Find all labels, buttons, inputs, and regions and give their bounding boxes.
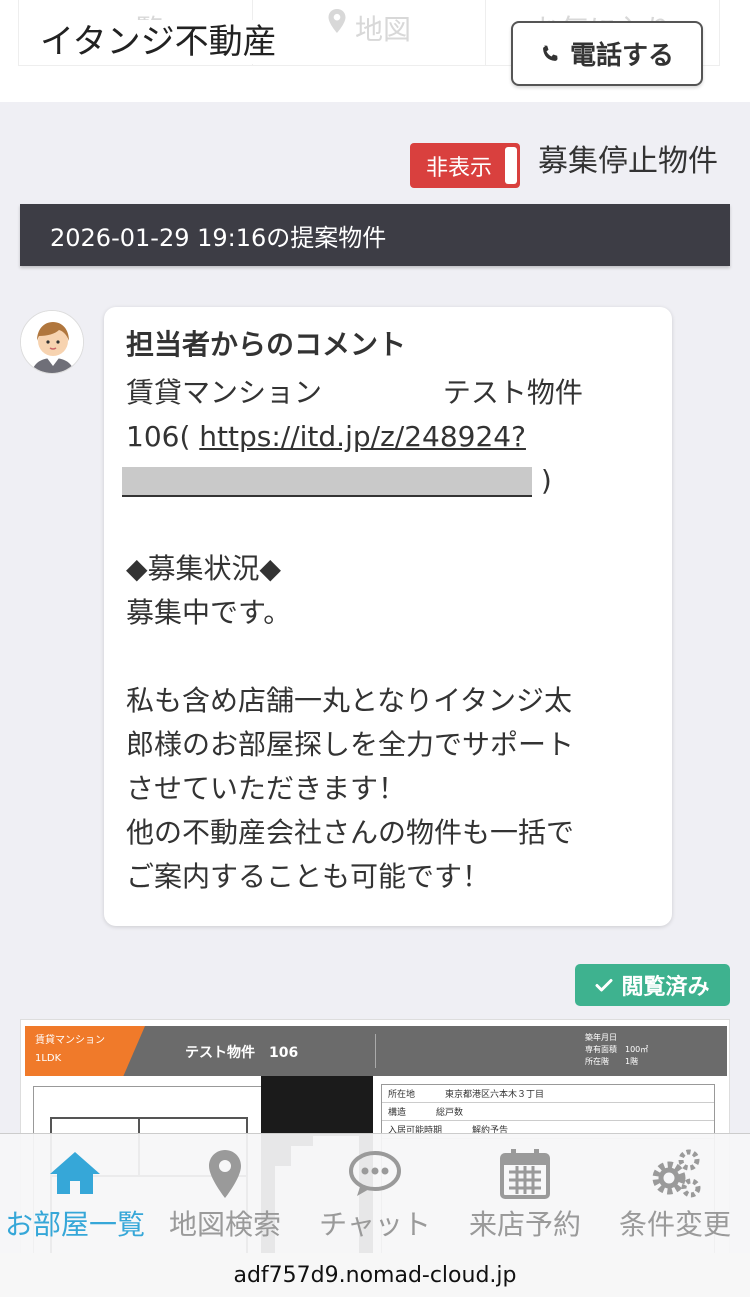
property-name: テスト物件 106	[185, 1045, 299, 1061]
comment-line-1-suffix: テスト物件	[442, 376, 583, 409]
app-header: 一覧 地図 お気に入り イタンジ不動産 電話する	[0, 0, 750, 102]
viewed-badge-label: 閲覧済み	[621, 975, 710, 1000]
table-value: 総戸数	[436, 1108, 464, 1118]
agent-avatar	[20, 310, 84, 374]
comment-line-1-prefix: 賃貸マンション	[126, 376, 331, 409]
browser-url-bar[interactable]: adf757d9.nomad-cloud.jp	[0, 1253, 750, 1297]
comment-line-1: 賃貸マンション テスト物件	[126, 371, 650, 415]
property-meta-line: 所在階 1階	[585, 1057, 639, 1066]
tab-room-list[interactable]: お部屋一覧	[0, 1134, 150, 1253]
tab-visit-reservation[interactable]: 来店予約	[450, 1134, 600, 1253]
comment-line-3-suffix: )	[532, 464, 552, 497]
chat-icon	[349, 1151, 401, 1196]
tab-visit-reservation-label: 来店予約	[468, 1208, 581, 1241]
message-line: 他の不動産会社さんの物件も一括で	[126, 816, 575, 849]
call-button-label: 電話する	[569, 41, 674, 71]
status-text: 募集中です。	[126, 596, 292, 629]
agent-avatar-illustration	[21, 311, 83, 373]
property-layout: 1LDK	[35, 1053, 62, 1064]
ghost-tab-map-label: 地図	[355, 13, 412, 46]
proposal-section-header: 2026-01-29 19:16の提案物件	[20, 204, 730, 266]
property-table-row: 構造 総戸数	[382, 1103, 714, 1121]
property-meta-line: 専有面積 100㎡	[585, 1045, 649, 1054]
status-heading: ◆募集状況◆	[126, 552, 282, 585]
message-line: ご案内することも可能です！	[126, 860, 491, 893]
redacted-text	[330, 379, 443, 409]
table-value: 東京都港区六本木３丁目	[445, 1090, 545, 1100]
message-line: 私も含め店舗一丸となりイタンジ太	[126, 684, 573, 717]
comment-line-3: )	[122, 459, 650, 503]
map-pin-icon	[209, 1150, 241, 1198]
agent-comment-card: 担当者からのコメント 賃貸マンション テスト物件 106( https://it…	[104, 307, 672, 926]
toggle-knob	[505, 147, 517, 184]
tab-change-conditions-label: 条件変更	[618, 1208, 731, 1241]
comment-body: 賃貸マンション テスト物件 106( https://itd.jp/z/2489…	[122, 371, 650, 899]
comment-line-2-prefix: 106(	[126, 420, 200, 453]
message-line: させていただきます！	[126, 772, 407, 805]
company-name: イタンジ不動産	[40, 20, 283, 64]
property-link[interactable]: https://itd.jp/z/248924?	[199, 420, 526, 453]
gears-icon	[652, 1149, 701, 1198]
tab-map-search-label: 地図検索	[168, 1208, 281, 1241]
proposal-section-title: 2026-01-29 19:16の提案物件	[50, 223, 387, 252]
tab-map-search[interactable]: 地図検索	[150, 1134, 300, 1253]
tab-change-conditions[interactable]: 条件変更	[600, 1134, 750, 1253]
viewed-badge: 閲覧済み	[575, 964, 730, 1006]
flyer-type-label: 賃貸マンション 1LDK	[25, 1026, 145, 1076]
table-key: 所在地	[388, 1090, 416, 1100]
flyer-divider	[375, 1034, 376, 1068]
calendar-icon	[500, 1149, 550, 1199]
map-pin-icon	[328, 9, 346, 33]
property-meta-line: 築年月日	[585, 1033, 617, 1042]
message-line: 郎様のお部屋探しを全力でサポート	[126, 728, 575, 761]
bottom-tab-bar: お部屋一覧 地図検索 チャット 来店予約 条件変更	[0, 1133, 750, 1253]
tab-chat-label: チャット	[319, 1208, 431, 1241]
tab-room-list-label: お部屋一覧	[4, 1208, 145, 1241]
home-icon	[50, 1152, 100, 1194]
ghost-tab-map: 地図	[253, 0, 487, 65]
flyer-header: 賃貸マンション 1LDK テスト物件 106 築年月日 専有面積 100㎡ 所在…	[25, 1026, 727, 1076]
hide-toggle-label: 非表示	[426, 155, 493, 181]
hide-toggle[interactable]: 非表示	[410, 143, 520, 188]
property-table-row: 所在地 東京都港区六本木３丁目	[382, 1085, 714, 1103]
property-meta: 築年月日 専有面積 100㎡ 所在階 1階	[585, 1032, 648, 1068]
property-type: 賃貸マンション	[35, 1035, 105, 1046]
table-key: 構造	[388, 1108, 407, 1118]
comment-title: 担当者からのコメント	[126, 328, 407, 361]
closed-listings-caption: 募集停止物件	[538, 144, 718, 179]
call-button[interactable]: 電話する	[511, 21, 703, 86]
tab-chat[interactable]: チャット	[300, 1134, 450, 1253]
comment-line-2: 106( https://itd.jp/z/248924?	[126, 415, 650, 459]
check-icon	[595, 979, 613, 992]
browser-url: adf757d9.nomad-cloud.jp	[233, 1262, 517, 1288]
redacted-link-continuation[interactable]	[122, 467, 532, 497]
phone-icon	[543, 45, 558, 61]
